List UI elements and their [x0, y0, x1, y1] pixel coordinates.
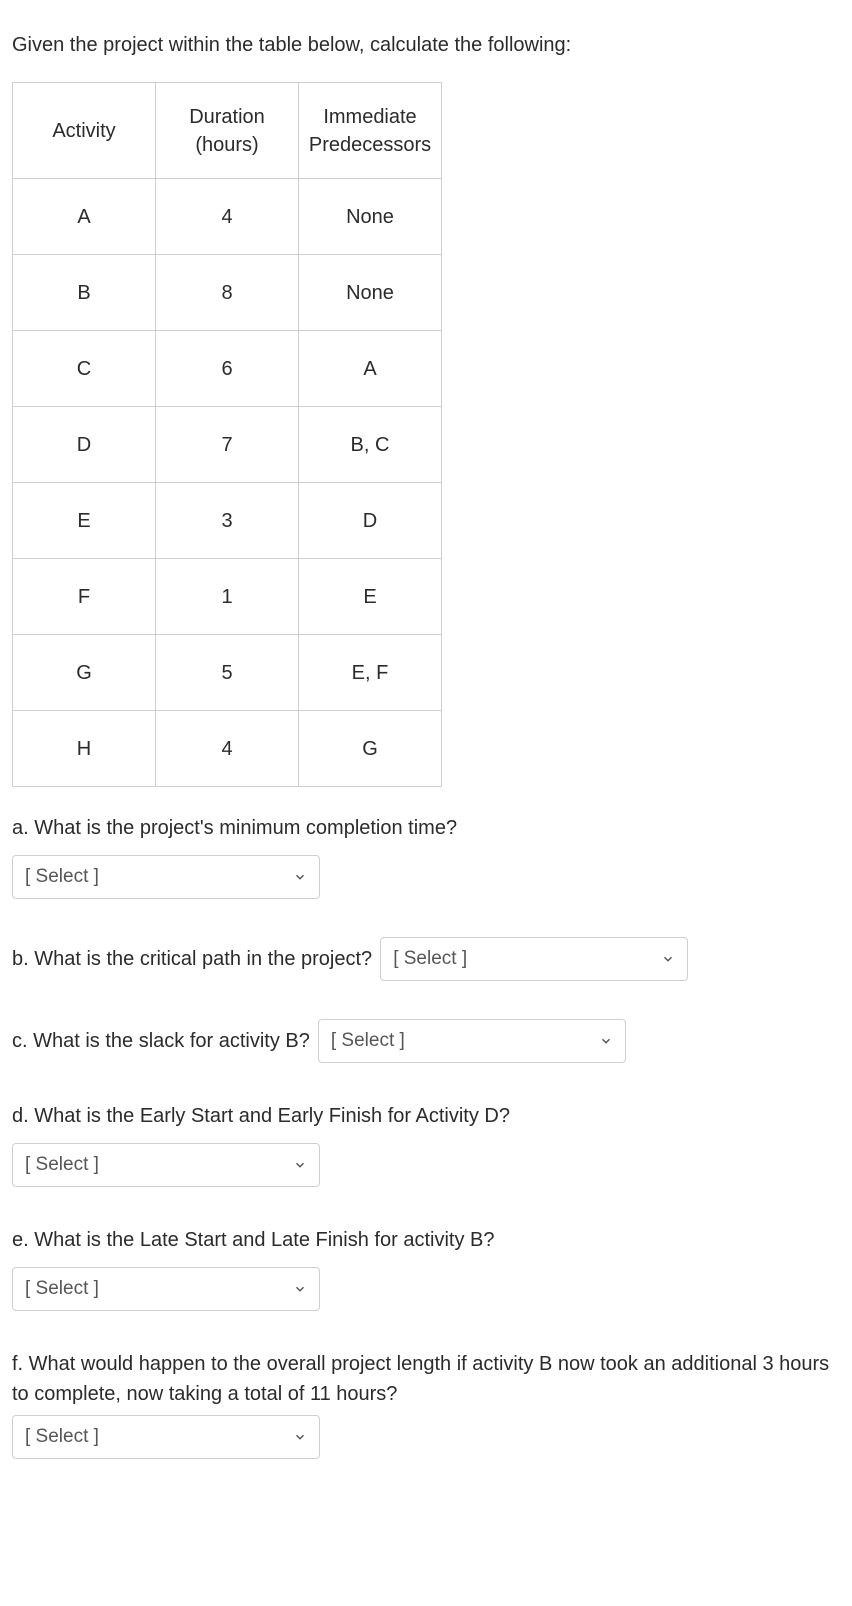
cell-duration: 1: [156, 559, 299, 635]
question-f: f. What would happen to the overall proj…: [12, 1349, 840, 1409]
table-header-row: Activity Duration (hours) Immediate Pred…: [13, 83, 442, 179]
select-f[interactable]: [ Select ]: [12, 1415, 320, 1459]
cell-activity: E: [13, 483, 156, 559]
cell-duration: 7: [156, 407, 299, 483]
select-d-label: [ Select ]: [25, 1151, 99, 1180]
cell-activity: C: [13, 331, 156, 407]
project-table: Activity Duration (hours) Immediate Pred…: [12, 82, 442, 787]
question-d: d. What is the Early Start and Early Fin…: [12, 1101, 840, 1131]
intro-text: Given the project within the table below…: [12, 30, 840, 60]
select-d[interactable]: [ Select ]: [12, 1143, 320, 1187]
chevron-down-icon: [293, 1158, 307, 1172]
select-e[interactable]: [ Select ]: [12, 1267, 320, 1311]
cell-duration: 4: [156, 179, 299, 255]
select-c-label: [ Select ]: [331, 1027, 405, 1056]
table-row: A4None: [13, 179, 442, 255]
header-duration: Duration (hours): [156, 83, 299, 179]
cell-duration: 4: [156, 711, 299, 787]
question-a: a. What is the project's minimum complet…: [12, 813, 840, 843]
question-c: c. What is the slack for activity B?: [12, 1026, 310, 1056]
cell-activity: G: [13, 635, 156, 711]
cell-activity: H: [13, 711, 156, 787]
select-a[interactable]: [ Select ]: [12, 855, 320, 899]
table-row: F1E: [13, 559, 442, 635]
cell-pred: E: [299, 559, 442, 635]
select-c[interactable]: [ Select ]: [318, 1019, 626, 1063]
table-row: G5E, F: [13, 635, 442, 711]
table-row: D7B, C: [13, 407, 442, 483]
select-e-label: [ Select ]: [25, 1275, 99, 1304]
cell-activity: F: [13, 559, 156, 635]
table-row: C6A: [13, 331, 442, 407]
chevron-down-icon: [293, 1430, 307, 1444]
chevron-down-icon: [599, 1034, 613, 1048]
chevron-down-icon: [293, 1282, 307, 1296]
select-a-label: [ Select ]: [25, 863, 99, 892]
table-row: B8None: [13, 255, 442, 331]
cell-activity: A: [13, 179, 156, 255]
cell-pred: B, C: [299, 407, 442, 483]
chevron-down-icon: [293, 870, 307, 884]
select-b-label: [ Select ]: [393, 945, 467, 974]
header-predecessors: Immediate Predecessors: [299, 83, 442, 179]
cell-duration: 8: [156, 255, 299, 331]
question-b: b. What is the critical path in the proj…: [12, 944, 372, 974]
cell-duration: 6: [156, 331, 299, 407]
cell-duration: 5: [156, 635, 299, 711]
cell-pred: G: [299, 711, 442, 787]
table-row: H4G: [13, 711, 442, 787]
cell-pred: None: [299, 179, 442, 255]
cell-activity: D: [13, 407, 156, 483]
cell-pred: D: [299, 483, 442, 559]
cell-activity: B: [13, 255, 156, 331]
table-row: E3D: [13, 483, 442, 559]
cell-duration: 3: [156, 483, 299, 559]
question-e: e. What is the Late Start and Late Finis…: [12, 1225, 840, 1255]
header-activity: Activity: [13, 83, 156, 179]
chevron-down-icon: [661, 952, 675, 966]
cell-pred: A: [299, 331, 442, 407]
select-b[interactable]: [ Select ]: [380, 937, 688, 981]
cell-pred: None: [299, 255, 442, 331]
select-f-label: [ Select ]: [25, 1423, 99, 1452]
cell-pred: E, F: [299, 635, 442, 711]
